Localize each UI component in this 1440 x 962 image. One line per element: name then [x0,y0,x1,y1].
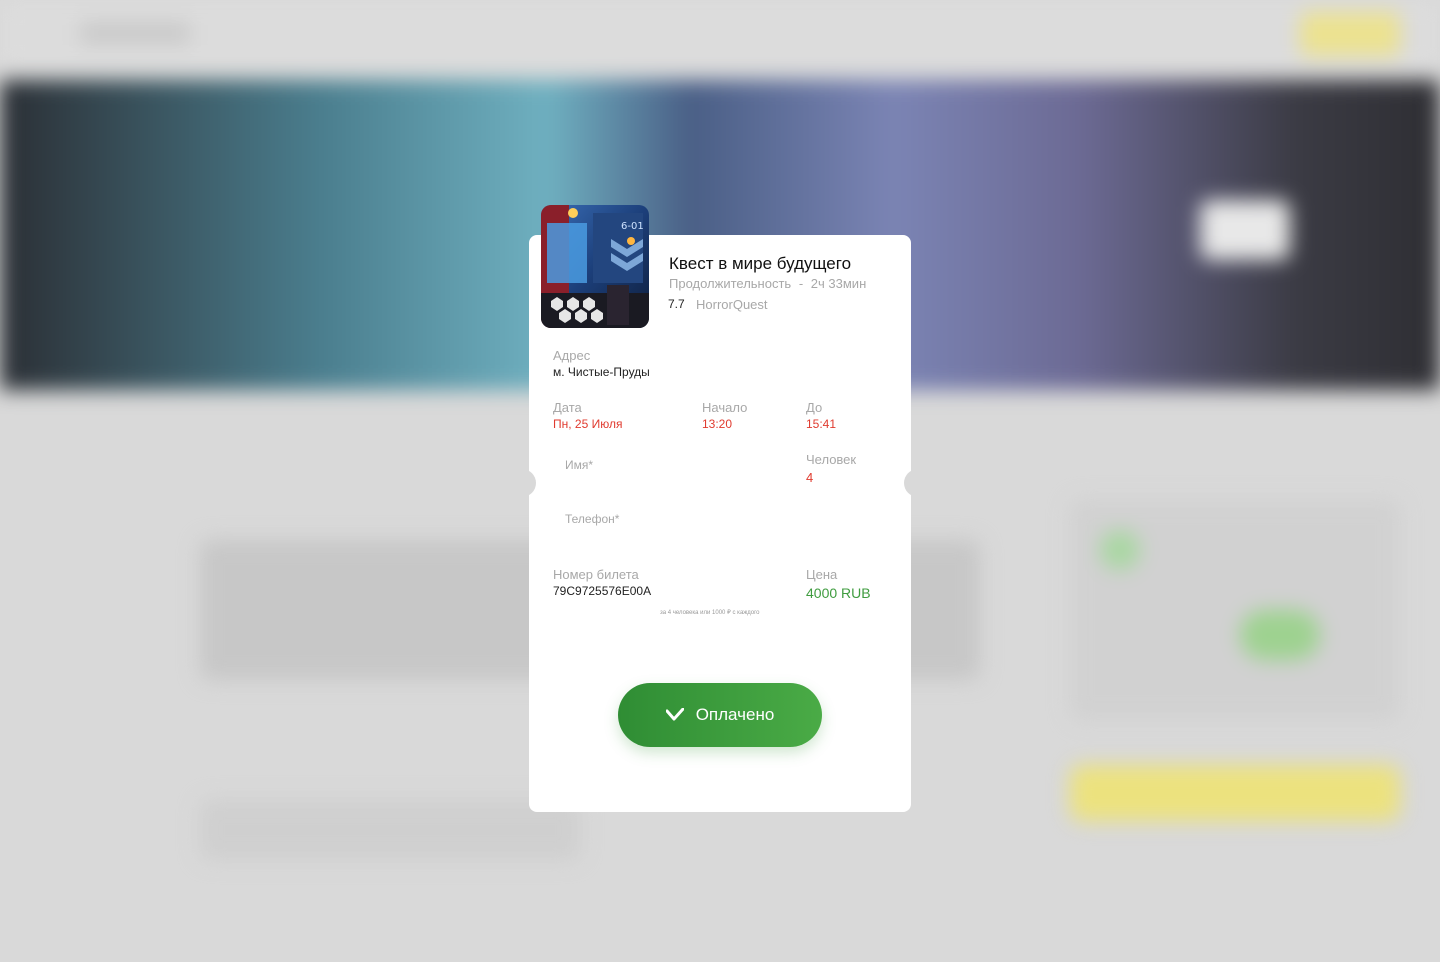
duration-value: 2ч 33мин [810,276,867,291]
background-header [0,0,1440,70]
background-hero-spot [1200,200,1290,260]
price-label: Цена [806,567,838,582]
date-label: Дата [553,400,582,415]
duration-separator: - [798,276,804,291]
ticket-notch-left [522,469,536,497]
quest-thumbnail: 6-01 [541,205,649,328]
address-value: м. Чистые-Пруды [553,365,650,379]
background-pill [1240,610,1320,660]
background-sidebar-card [1070,500,1400,720]
svg-text:6-01: 6-01 [621,221,644,232]
background-header-button [1300,12,1400,56]
check-icon [665,708,684,721]
people-label: Человек [806,452,857,467]
name-input[interactable]: Имя* [565,458,593,472]
background-sidebar-button [1070,765,1400,821]
ticket-number-label: Номер билета [553,567,639,582]
duration-label: Продолжительность [669,276,792,291]
end-time-value: 15:41 [806,417,837,431]
address-label: Адрес [553,348,591,363]
background-logo [80,22,190,44]
paid-button-label: Оплачено [695,705,775,724]
price-note: за 4 человека или 1000 ₽ с каждого [660,610,760,616]
ticket-number-value: 79C9725576E00A [553,584,652,598]
quest-title: Квест в мире будущего [669,254,852,273]
phone-input[interactable]: Телефон* [565,512,619,526]
price-value: 4000 RUB [806,585,871,601]
quest-organizer: HorrorQuest [696,297,768,312]
background-dot [1100,530,1140,570]
quest-rating: 7.7 [668,297,685,311]
start-time-value: 13:20 [702,417,733,431]
quest-room-image: 6-01 [541,205,649,328]
date-value: Пн, 25 Июля [553,417,623,431]
paid-button[interactable]: Оплачено [618,683,822,747]
quest-duration: Продолжительность - 2ч 33мин [669,276,866,291]
ticket-notch-right [904,469,918,497]
people-value: 4 [806,470,814,485]
end-time-label: До [806,400,823,415]
start-time-label: Начало [702,400,748,415]
background-content-block-2 [200,800,580,860]
